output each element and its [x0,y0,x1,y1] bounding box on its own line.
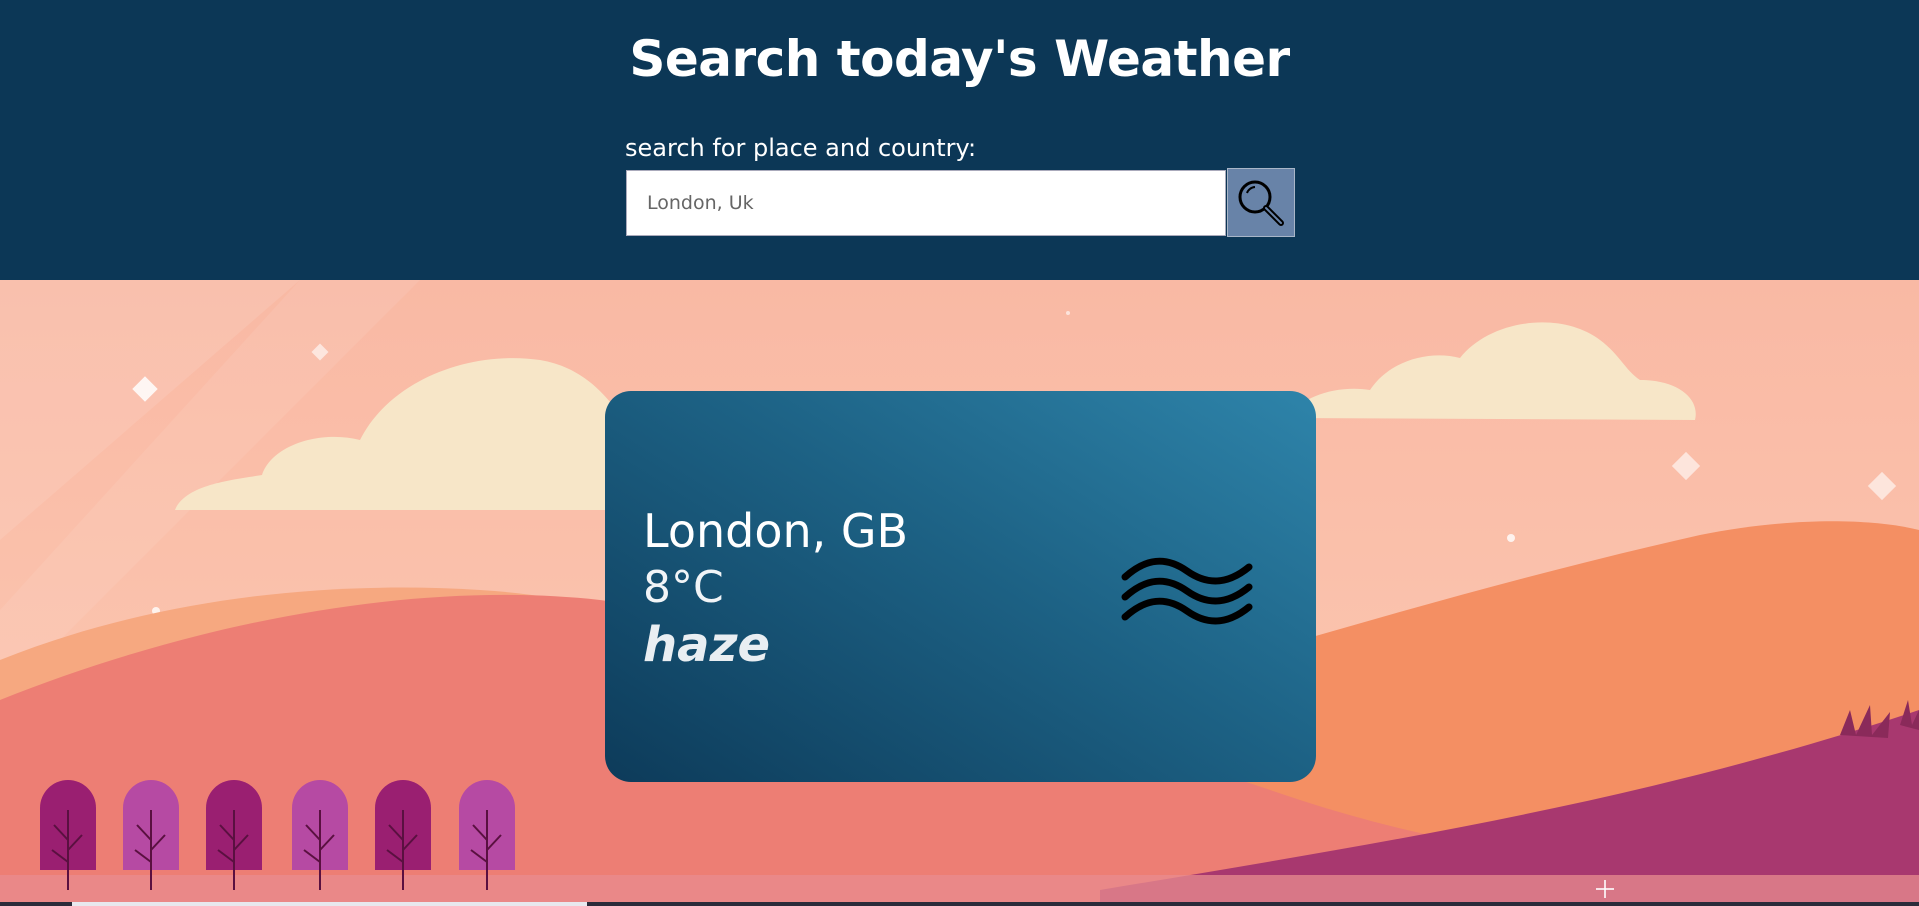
city-name: London, GB [643,504,909,558]
weather-description: haze [643,617,771,673]
search-button[interactable] [1227,168,1295,237]
temperature: 8°C [643,562,724,613]
header: Search today's Weather search for place … [0,0,1919,280]
search-label: search for place and country: [625,134,977,162]
weather-card: London, GB 8°C haze [605,391,1316,782]
search-input[interactable] [626,170,1226,236]
magnifier-icon [1238,180,1284,226]
haze-icon [1121,557,1253,625]
page-title: Search today's Weather [629,30,1290,88]
